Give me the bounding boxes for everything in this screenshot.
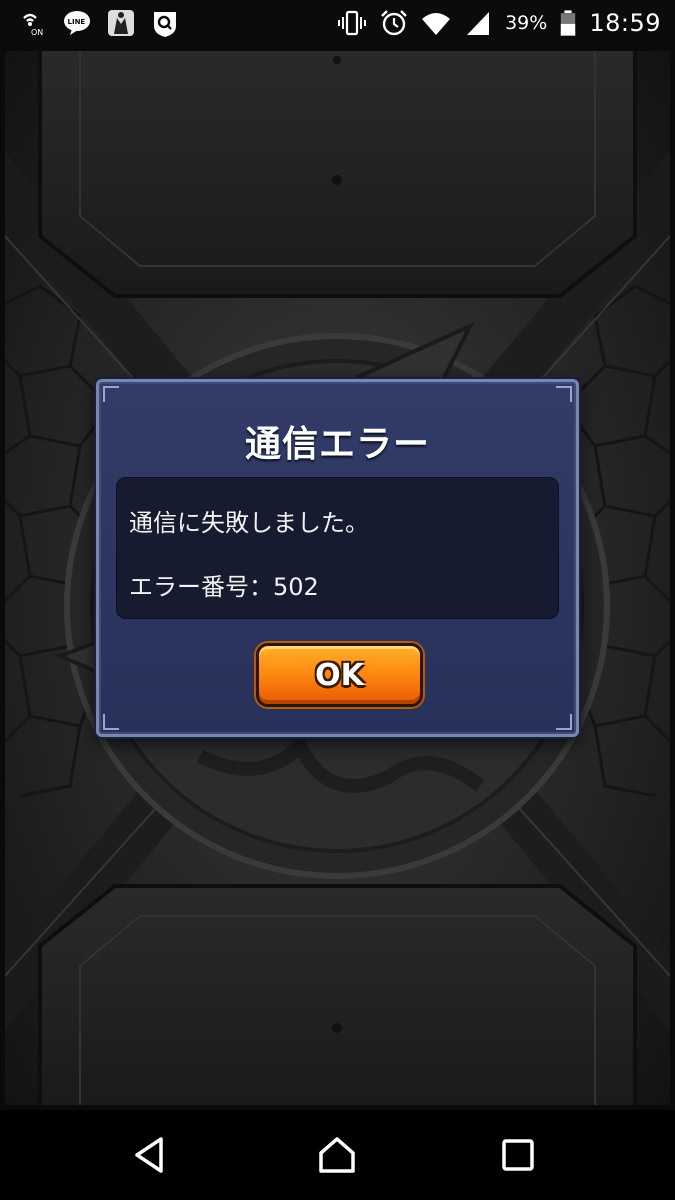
- ok-button[interactable]: OK: [256, 643, 423, 707]
- alarm-icon: [381, 10, 407, 36]
- dialog-corner-ornament: [556, 386, 572, 402]
- battery-percent: 39%: [505, 12, 548, 34]
- error-message: 通信に失敗しました。: [129, 509, 369, 537]
- back-icon[interactable]: [128, 1133, 172, 1177]
- recent-apps-icon[interactable]: [496, 1133, 540, 1177]
- dialog-title: 通信エラー: [244, 424, 430, 465]
- wifi-icon: [422, 13, 451, 35]
- message-box: 通信に失敗しました。 エラー番号：502: [116, 477, 559, 619]
- line-app-icon: LINE: [64, 11, 90, 35]
- butler-app-icon: [108, 10, 134, 36]
- battery-icon: [561, 10, 576, 36]
- status-bar: ON LINE 39% 18:59: [0, 0, 675, 46]
- home-icon[interactable]: [315, 1133, 359, 1177]
- notification-icons: ON LINE: [18, 6, 180, 40]
- clock: 18:59: [589, 9, 661, 37]
- ok-button-label: OK: [315, 657, 364, 693]
- error-dialog: 通信エラー 通信に失敗しました。 エラー番号：502 OK: [96, 379, 579, 737]
- dialog-corner-ornament: [103, 386, 119, 402]
- vibrate-icon: [338, 10, 367, 36]
- system-status: 39% 18:59: [337, 6, 661, 40]
- svg-text:ON: ON: [31, 28, 43, 37]
- navigation-bar: [0, 1110, 675, 1200]
- dialog-corner-ornament: [103, 714, 119, 730]
- error-code: エラー番号：502: [129, 573, 319, 601]
- signal-icon: [467, 12, 490, 35]
- dialog-corner-ornament: [556, 714, 572, 730]
- svg-text:LINE: LINE: [68, 18, 86, 26]
- nfc-on-icon: ON: [23, 13, 43, 37]
- search-app-icon: [154, 12, 176, 37]
